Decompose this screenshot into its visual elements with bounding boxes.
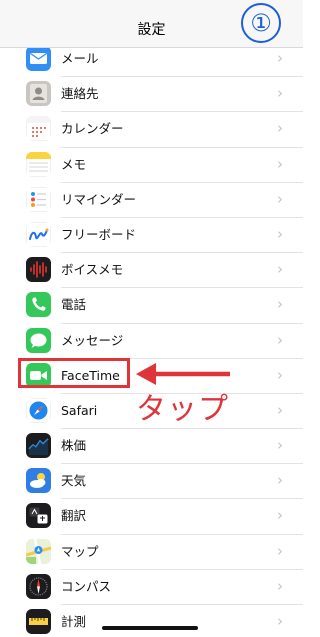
home-indicator[interactable] <box>102 626 198 630</box>
settings-screen: メール › 連絡先 › カレンダー › メモ › リマインダー › フリーボード… <box>0 0 303 637</box>
annotation-arrow-icon <box>136 363 230 385</box>
tap-annotation: タップ <box>136 392 229 427</box>
